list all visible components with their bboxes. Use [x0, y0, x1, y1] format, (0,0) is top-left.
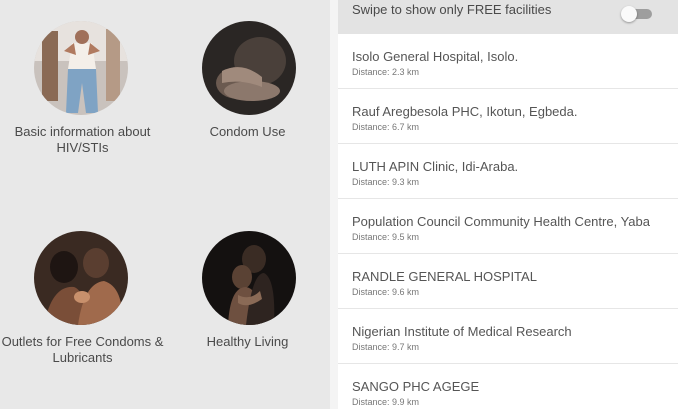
facility-item[interactable]: Rauf Aregbesola PHC, Ikotun, Egbeda. Dis…	[338, 89, 678, 144]
free-filter-switch[interactable]	[621, 6, 652, 22]
facility-name: LUTH APIN Clinic, Idi-Araba.	[352, 159, 519, 174]
condom-use-image	[202, 21, 296, 115]
facility-distance: Distance: 9.6 km	[352, 287, 420, 297]
facility-distance: Distance: 2.3 km	[352, 67, 420, 77]
category-label: Outlets for Free Condoms & Lubricants	[1, 334, 164, 365]
panel-divider	[330, 0, 338, 409]
facility-name: Isolo General Hospital, Isolo.	[352, 49, 519, 64]
category-condom-use[interactable]: Condom Use	[165, 21, 330, 140]
facility-name: Population Council Community Health Cent…	[352, 214, 650, 229]
category-label: Basic information about HIV/STIs	[14, 124, 151, 155]
category-hiv-info[interactable]: Basic information about HIV/STIs	[0, 21, 165, 156]
switch-thumb	[621, 6, 637, 22]
outlets-image	[34, 231, 128, 325]
category-grid: Basic information about HIV/STIs Condom …	[0, 0, 330, 409]
healthy-living-image	[202, 231, 296, 325]
facility-item[interactable]: Nigerian Institute of Medical Research D…	[338, 309, 678, 364]
facility-name: Rauf Aregbesola PHC, Ikotun, Egbeda.	[352, 104, 578, 119]
facility-name: Nigerian Institute of Medical Research	[352, 324, 572, 339]
facility-distance: Distance: 9.5 km	[352, 232, 420, 242]
category-healthy-living[interactable]: Healthy Living	[165, 231, 330, 350]
facility-item[interactable]: Isolo General Hospital, Isolo. Distance:…	[338, 34, 678, 89]
facility-item[interactable]: Population Council Community Health Cent…	[338, 199, 678, 254]
facility-name: RANDLE GENERAL HOSPITAL	[352, 269, 537, 284]
hiv-info-image	[34, 21, 128, 115]
facility-item[interactable]: LUTH APIN Clinic, Idi-Araba. Distance: 9…	[338, 144, 678, 199]
category-label: Condom Use	[209, 124, 286, 139]
facility-distance: Distance: 9.7 km	[352, 342, 420, 352]
facility-item[interactable]: RANDLE GENERAL HOSPITAL Distance: 9.6 km	[338, 254, 678, 309]
category-free-condom-outlets[interactable]: Outlets for Free Condoms & Lubricants	[0, 231, 165, 366]
facility-list: Isolo General Hospital, Isolo. Distance:…	[338, 34, 678, 409]
free-filter-label: Swipe to show only FREE facilities	[352, 2, 552, 17]
facility-distance: Distance: 6.7 km	[352, 122, 420, 132]
facility-distance: Distance: 9.3 km	[352, 177, 420, 187]
facility-item[interactable]: SANGO PHC AGEGE Distance: 9.9 km	[338, 364, 678, 409]
facility-name: SANGO PHC AGEGE	[352, 379, 480, 394]
facility-distance: Distance: 9.9 km	[352, 397, 420, 407]
facility-panel: Swipe to show only FREE facilities Isolo…	[338, 0, 678, 409]
category-label: Healthy Living	[206, 334, 289, 349]
free-filter-bar: Swipe to show only FREE facilities	[338, 0, 678, 34]
